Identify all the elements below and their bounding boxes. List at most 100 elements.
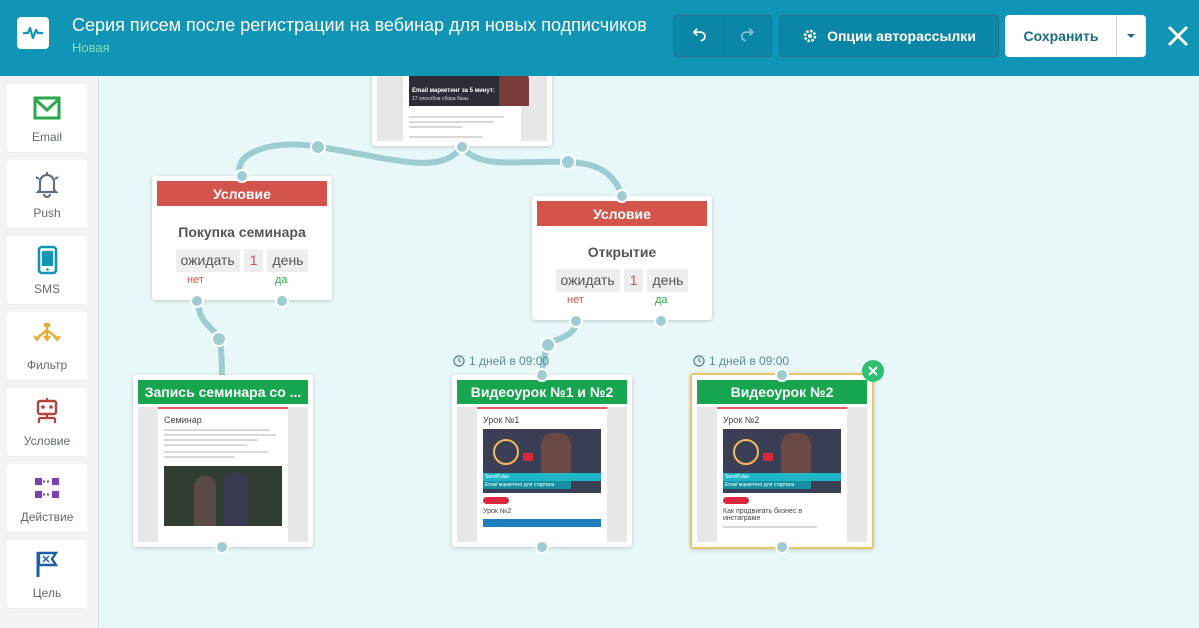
connector-joint (211, 331, 227, 347)
autoresponder-options-button[interactable]: Опции авторассылки (779, 15, 999, 57)
phone-icon (37, 245, 58, 275)
email-card-video-2[interactable]: Видеоурок №2 Урок №2 SendPulse Email мар… (690, 373, 874, 549)
doc-title: Семинар (164, 415, 202, 425)
condition-header: Условие (157, 181, 327, 206)
wait-unit: день (267, 249, 309, 272)
save-button[interactable]: Сохранить (1005, 15, 1117, 57)
input-port[interactable] (615, 189, 629, 203)
email-preview: Урок №1 SendPulse Email маркетинг для ст… (457, 407, 627, 542)
element-palette: Email Push SMS Фильтр Условие Действие Ц… (0, 76, 99, 628)
flag-icon (36, 551, 59, 577)
condition-card-open[interactable]: Условие Открытие ожидать 1 день нет да (532, 196, 712, 320)
banner-text: Email маркетинг для стартапа (723, 481, 811, 489)
input-port[interactable] (235, 169, 249, 183)
tool-email[interactable]: Email (7, 84, 87, 152)
email-card-video-1-2[interactable]: Видеоурок №1 и №2 Урок №1 SendPulse Emai… (452, 375, 632, 547)
input-port[interactable] (775, 368, 789, 382)
tool-filter[interactable]: Фильтр (7, 312, 87, 380)
tool-goal-label: Цель (32, 586, 62, 600)
email-header: Запись семинара со ... (138, 380, 308, 404)
email-document: Урок №2 SendPulse Email маркетинг для ст… (717, 407, 847, 542)
filter-icon (33, 323, 61, 342)
email-document: Семинар (158, 407, 288, 542)
delay-timer: 1 дней в 09:00 (453, 354, 549, 368)
doc-subtitle: Урок №2 (483, 508, 512, 515)
output-port-yes[interactable] (275, 294, 289, 308)
branch-yes-label: да (655, 294, 668, 306)
tool-sms[interactable]: SMS (7, 236, 87, 304)
condition-icon (36, 398, 58, 423)
connector-joint (560, 154, 576, 170)
video-thumbnail: SendPulse Email маркетинг для стартапа (483, 429, 601, 493)
output-port[interactable] (455, 140, 469, 154)
undo-button[interactable] (673, 15, 724, 57)
preview-banner-subtitle: 17 способов сбора базы (412, 96, 469, 102)
delay-timer: 1 дней в 09:00 (693, 354, 789, 368)
action-icon (35, 478, 59, 498)
app-logo (17, 17, 49, 49)
condition-wait-row: ожидать 1 день (152, 249, 332, 272)
condition-wait-row: ожидать 1 день (532, 269, 712, 292)
email-preview: Семинар (138, 407, 308, 542)
tool-goal[interactable]: Цель (7, 540, 87, 608)
redo-icon (740, 28, 754, 42)
campaign-status: Новая (72, 40, 110, 55)
condition-header: Условие (537, 201, 707, 226)
delay-timer-text: 1 дней в 09:00 (469, 354, 550, 368)
banner-brand: SendPulse (723, 473, 841, 481)
delay-timer-text: 1 дней в 09:00 (709, 354, 790, 368)
output-port[interactable] (775, 540, 789, 554)
caret-down-icon (1127, 34, 1135, 38)
tool-condition-label: Условие (23, 434, 71, 448)
branch-no-label: нет (567, 294, 584, 306)
save-dropdown-button[interactable] (1116, 15, 1146, 57)
wait-count: 1 (623, 269, 644, 292)
watch-button (483, 497, 509, 504)
output-port[interactable] (215, 540, 229, 554)
email-preview: Урок №2 SendPulse Email маркетинг для ст… (697, 407, 867, 542)
email-card-seminar[interactable]: Запись семинара со ... Семинар (133, 375, 313, 547)
undo-icon (692, 28, 706, 42)
bell-icon (35, 172, 59, 199)
connector-top-to-condition-2 (459, 144, 625, 199)
output-port[interactable] (535, 540, 549, 554)
gear-icon (803, 29, 817, 43)
next-video-thumbnail (483, 519, 601, 527)
tool-condition[interactable]: Условие (7, 388, 87, 456)
remove-element-button[interactable] (862, 360, 884, 382)
output-port-no[interactable] (190, 294, 204, 308)
tool-email-label: Email (31, 130, 62, 144)
doc-title: Урок №1 (483, 415, 520, 425)
tool-action[interactable]: Действие (7, 464, 87, 532)
tool-sms-label: SMS (33, 282, 60, 296)
tool-push-label: Push (33, 206, 61, 220)
watch-button (723, 497, 749, 504)
close-icon (868, 366, 878, 376)
connector-joint (310, 139, 326, 155)
connector-joint (540, 337, 556, 353)
wait-count: 1 (243, 249, 264, 272)
tool-push[interactable]: Push (7, 160, 87, 228)
email-document: Урок №1 SendPulse Email маркетинг для ст… (477, 407, 607, 542)
campaign-title[interactable]: Серия писем после регистрации на вебинар… (72, 15, 647, 36)
clock-icon (453, 355, 465, 367)
top-bar: Серия писем после регистрации на вебинар… (0, 0, 1199, 76)
redo-button[interactable] (723, 15, 772, 57)
envelope-icon (33, 96, 61, 120)
branch-yes-label: да (275, 274, 288, 286)
email-header: Видеоурок №2 (697, 380, 867, 404)
output-port-no[interactable] (569, 314, 583, 328)
condition-card-purchase[interactable]: Условие Покупка семинара ожидать 1 день … (152, 176, 332, 300)
output-port-yes[interactable] (654, 314, 668, 328)
seminar-photo (164, 466, 282, 526)
input-port[interactable] (535, 368, 549, 382)
connector-top-to-condition-1 (236, 141, 465, 179)
banner-text: Email маркетинг для стартапа (483, 481, 571, 489)
email-header: Видеоурок №1 и №2 (457, 380, 627, 404)
clock-icon (693, 355, 705, 367)
close-button[interactable] (1162, 20, 1194, 52)
options-label: Опции авторассылки (827, 28, 976, 44)
video-thumbnail: SendPulse Email маркетинг для стартапа (723, 429, 841, 493)
preview-banner-title: Email маркетинг за 5 минут: (412, 88, 495, 94)
wait-label: ожидать (555, 269, 620, 292)
